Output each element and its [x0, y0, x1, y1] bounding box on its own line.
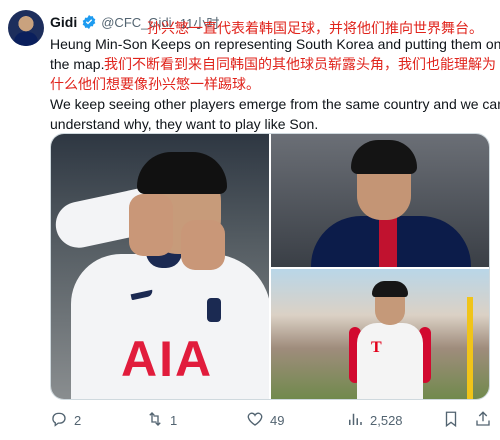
heart-icon — [246, 410, 264, 431]
author-name[interactable]: Gidi — [50, 14, 77, 30]
verified-badge-icon — [81, 14, 97, 30]
retweet-button[interactable]: 1 — [146, 410, 177, 431]
photo-son-celebration[interactable]: AIA — [51, 134, 269, 399]
like-count: 49 — [270, 412, 285, 428]
tweet-text-paragraph-2: We keep seeing other players emerge from… — [50, 94, 500, 134]
telekom-logo: T — [371, 339, 382, 356]
bookmark-icon — [442, 410, 460, 431]
player-hair — [372, 281, 408, 297]
club-crest — [207, 298, 221, 322]
reply-button[interactable]: 2 — [50, 410, 81, 431]
like-button[interactable]: 49 — [246, 410, 284, 431]
views-button[interactable]: 2,528 — [346, 410, 403, 431]
photo-psg-player[interactable] — [271, 134, 489, 267]
retweet-count: 1 — [170, 412, 178, 428]
reply-icon — [50, 410, 68, 431]
player-hair — [351, 140, 417, 174]
psg-stripe — [379, 216, 397, 267]
reply-count: 2 — [74, 412, 82, 428]
retweet-icon — [146, 410, 164, 431]
player-hair — [137, 152, 227, 194]
player-hand — [129, 194, 173, 256]
translation-overlay-line: 什么他们想要像孙兴慜一样踢球。 — [50, 76, 260, 92]
photo-bayern-player[interactable]: T — [271, 269, 489, 399]
translation-overlay-line: 孙兴慜一直代表着韩国足球，并将他们推向世界舞台。 — [147, 20, 483, 36]
tweet-text-line: We keep seeing other players emerge from… — [50, 96, 500, 112]
views-count: 2,528 — [370, 412, 403, 428]
share-button[interactable] — [474, 410, 492, 431]
author-avatar[interactable] — [8, 10, 44, 46]
tweet-actions: 2 1 49 2,528 — [50, 408, 490, 432]
share-icon — [474, 410, 492, 431]
player-hand — [181, 220, 225, 270]
views-bar-chart-icon — [346, 410, 364, 431]
bookmark-button[interactable] — [442, 410, 460, 431]
media-grid: AIA T — [50, 133, 490, 400]
translation-overlay-line: 我们不断看到来自同韩国的其他球员崭露头角，我们也能理解为 — [104, 56, 496, 72]
corner-flag — [467, 297, 473, 399]
bayern-kit — [357, 323, 423, 399]
shirt-sponsor-text: AIA — [121, 331, 214, 387]
tweet-card[interactable]: Gidi @CFC_Gidi · 11小时 Heung Min-Son Keep… — [0, 0, 500, 440]
tweet-text-line: understand why, they want to play like S… — [50, 116, 319, 132]
